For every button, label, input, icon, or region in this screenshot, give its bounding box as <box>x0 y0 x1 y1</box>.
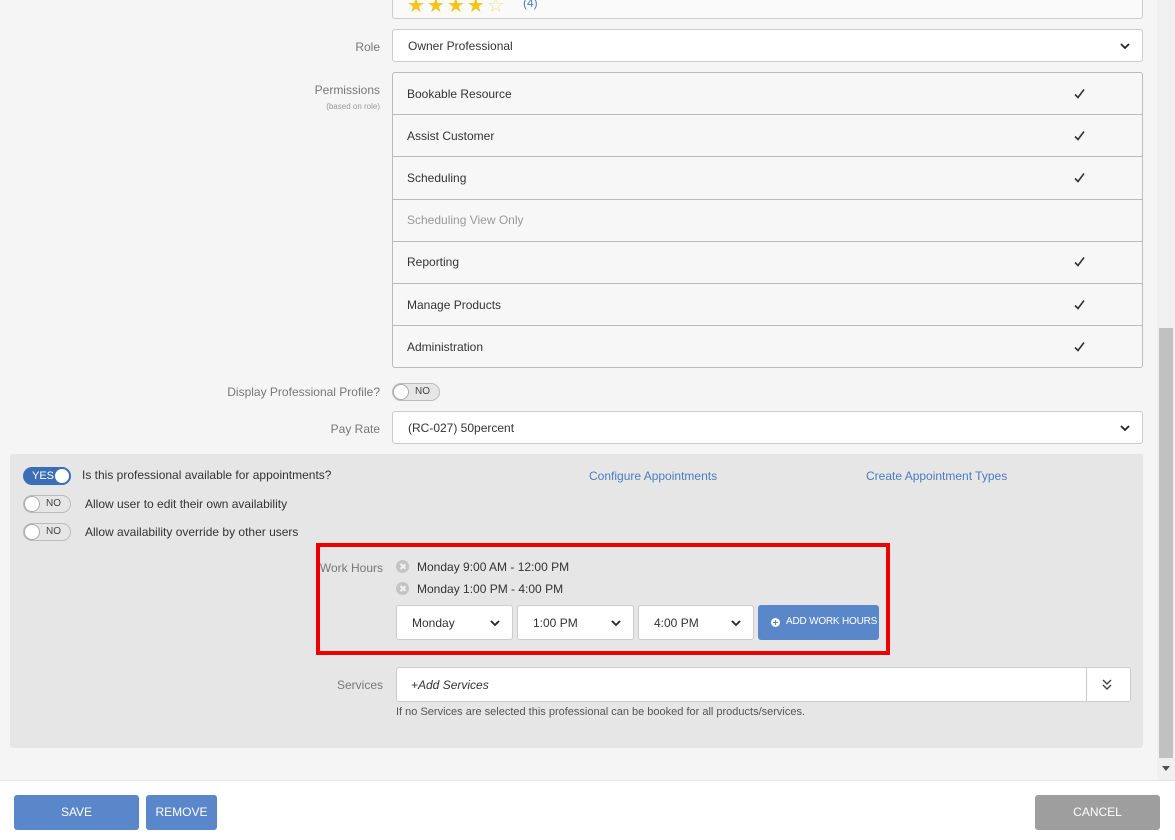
permission-label: Manage Products <box>407 297 502 312</box>
services-divider <box>1086 668 1087 701</box>
toggle-state: NO <box>46 526 61 537</box>
permissions-label: Permissions <box>314 83 380 97</box>
toggle-knob <box>393 384 409 400</box>
permission-row-scheduling-view-only: Scheduling View Only <box>393 200 1142 242</box>
chevron-down-icon <box>1120 424 1130 431</box>
pay-rate-select-value: (RC-027) 50percent <box>408 420 515 435</box>
available-for-appointments-label: Is this professional available for appoi… <box>82 468 332 482</box>
services-placeholder: +Add Services <box>411 678 489 692</box>
star-rating-icons[interactable]: ★★★★☆ <box>407 0 507 18</box>
scroll-down-icon[interactable] <box>1162 766 1170 771</box>
permissions-sublabel: (based on role) <box>326 102 380 111</box>
permission-label: Bookable Resource <box>407 86 512 101</box>
pay-rate-select[interactable]: (RC-027) 50percent <box>392 411 1143 444</box>
permission-label: Administration <box>407 340 484 355</box>
chevron-down-icon <box>1120 42 1130 49</box>
permissions-list: Bookable Resource Assist Customer Schedu… <box>392 72 1143 368</box>
toggle-knob <box>24 524 40 540</box>
permission-row-bookable-resource: Bookable Resource <box>393 73 1142 116</box>
permission-row-manage-products: Manage Products <box>393 284 1142 327</box>
checkmark-icon <box>1074 88 1085 99</box>
double-chevron-down-icon[interactable] <box>1102 679 1112 691</box>
role-label: Role <box>355 40 380 54</box>
permission-row-administration: Administration <box>393 326 1142 367</box>
rating-count: (4) <box>523 0 538 10</box>
create-appointment-types-link[interactable]: Create Appointment Types <box>866 469 1007 483</box>
toggle-knob <box>54 468 70 484</box>
rating-field[interactable]: ★★★★☆ (4) <box>392 0 1143 19</box>
checkmark-icon <box>1074 342 1085 352</box>
form-scroll-area: ★★★★☆ (4) Role Owner Professional Permis… <box>0 0 1157 780</box>
work-hours-highlight <box>316 543 890 655</box>
permission-label: Reporting <box>407 255 460 270</box>
display-profile-label: Display Professional Profile? <box>227 385 380 399</box>
permission-label: Scheduling View Only <box>407 213 524 228</box>
display-profile-toggle[interactable]: NO <box>392 383 440 401</box>
cancel-button[interactable]: CANCEL <box>1035 795 1160 830</box>
availability-override-label: Allow availability override by other use… <box>85 525 299 539</box>
services-hint: If no Services are selected this profess… <box>396 706 806 718</box>
checkmark-icon <box>1074 257 1085 268</box>
role-select[interactable]: Owner Professional <box>392 29 1143 62</box>
vertical-scrollbar[interactable] <box>1157 0 1175 780</box>
save-button[interactable]: SAVE <box>14 795 139 830</box>
role-select-value: Owner Professional <box>408 38 513 53</box>
services-input[interactable]: +Add Services <box>396 667 1131 702</box>
scrollbar-thumb[interactable] <box>1159 328 1173 758</box>
checkmark-icon <box>1074 172 1085 183</box>
checkmark-icon <box>1074 130 1085 141</box>
toggle-knob <box>24 496 40 512</box>
footer-bar: SAVE REMOVE CANCEL <box>0 780 1175 840</box>
available-for-appointments-toggle[interactable]: YES <box>23 467 71 485</box>
pay-rate-label: Pay Rate <box>330 422 380 436</box>
permission-label: Assist Customer <box>407 128 495 143</box>
edit-own-availability-toggle[interactable]: NO <box>23 495 71 513</box>
configure-appointments-link[interactable]: Configure Appointments <box>589 469 717 483</box>
remove-button[interactable]: REMOVE <box>146 795 217 830</box>
edit-own-availability-label: Allow user to edit their own availabilit… <box>85 497 288 511</box>
permission-row-reporting: Reporting <box>393 242 1142 284</box>
permission-row-scheduling: Scheduling <box>393 157 1142 200</box>
toggle-state: NO <box>415 386 430 397</box>
availability-override-toggle[interactable]: NO <box>23 523 71 541</box>
permission-label: Scheduling <box>407 170 467 185</box>
services-label: Services <box>336 678 383 692</box>
toggle-state: NO <box>46 498 61 509</box>
permission-row-assist-customer: Assist Customer <box>393 115 1142 158</box>
toggle-state: YES <box>32 470 55 482</box>
checkmark-icon <box>1074 299 1085 310</box>
